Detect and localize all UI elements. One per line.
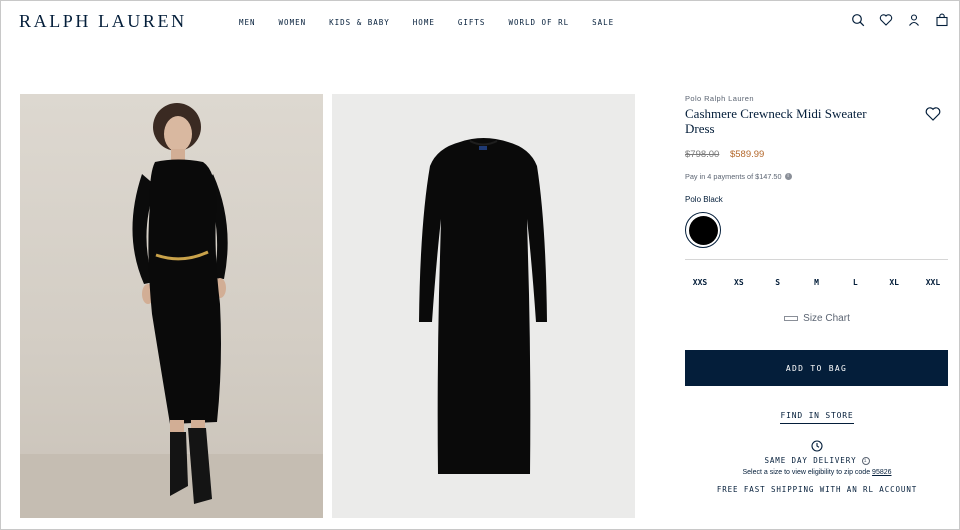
nav-sale[interactable]: SALE: [592, 18, 614, 27]
clock-icon: [811, 440, 823, 452]
site-header: RALPH LAUREN MEN WOMEN KIDS & BABY HOME …: [1, 1, 959, 43]
size-chart-link[interactable]: Size Chart: [685, 313, 949, 324]
size-l[interactable]: L: [840, 278, 870, 287]
price-block: $798.00 $589.99: [685, 149, 949, 160]
nav-men[interactable]: MEN: [239, 18, 256, 27]
model-illustration: [20, 103, 323, 518]
zip-eligibility-text: Select a size to view eligibility to zip…: [742, 469, 871, 476]
ruler-icon: [784, 316, 799, 321]
installment-text: Pay in 4 payments of $147.50: [685, 172, 782, 181]
product-image-flat[interactable]: [332, 94, 635, 518]
same-day-label: SAME DAY DELIVERY: [764, 456, 857, 465]
swatch-fill: [688, 215, 718, 245]
original-price: $798.00: [685, 149, 720, 160]
sale-price: $589.99: [729, 149, 765, 160]
product-image-model[interactable]: [20, 94, 323, 518]
zip-eligibility: Select a size to view eligibility to zip…: [685, 469, 949, 476]
divider: [685, 259, 948, 260]
free-shipping-banner: FREE FAST SHIPPING WITH AN RL ACCOUNT: [716, 485, 918, 494]
color-swatch-polo-black[interactable]: [685, 212, 721, 248]
info-icon[interactable]: i: [861, 456, 870, 465]
product-brand[interactable]: Polo Ralph Lauren: [685, 94, 949, 103]
info-icon[interactable]: i: [784, 173, 792, 180]
find-in-store-link[interactable]: FIND IN STORE: [780, 411, 854, 424]
nav-home[interactable]: HOME: [413, 18, 435, 27]
size-m[interactable]: M: [801, 278, 831, 287]
find-in-store: FIND IN STORE: [685, 405, 949, 424]
nav-gifts[interactable]: GIFTS: [458, 18, 486, 27]
heart-icon[interactable]: [879, 13, 893, 27]
size-xs[interactable]: XS: [724, 278, 754, 287]
payment-installments: Pay in 4 payments of $147.50 i: [685, 172, 949, 181]
selected-color-name: Polo Black: [685, 195, 723, 204]
size-xl[interactable]: XL: [879, 278, 909, 287]
add-to-bag-button[interactable]: ADD TO BAG: [685, 350, 948, 386]
header-icons: [851, 13, 949, 27]
nav-women[interactable]: WOMEN: [279, 18, 307, 27]
search-icon[interactable]: [851, 13, 865, 27]
product-info-panel: Polo Ralph Lauren Cashmere Crewneck Midi…: [685, 94, 949, 494]
same-day-delivery: SAME DAY DELIVERY i: [685, 456, 949, 465]
zip-code-link[interactable]: 95826: [872, 469, 891, 476]
size-xxl[interactable]: XXL: [918, 278, 948, 287]
account-icon[interactable]: [907, 13, 921, 27]
size-s[interactable]: S: [763, 278, 793, 287]
shopping-bag-icon[interactable]: [935, 13, 949, 27]
size-xxs[interactable]: XXS: [685, 278, 715, 287]
nav-kids-baby[interactable]: KIDS & BABY: [329, 18, 390, 27]
size-selector: XXS XS S M L XL XXL: [685, 278, 948, 287]
wishlist-heart-icon[interactable]: [925, 106, 941, 122]
main-nav: MEN WOMEN KIDS & BABY HOME GIFTS WORLD O…: [239, 18, 637, 27]
dress-illustration: [419, 138, 547, 474]
ralph-lauren-logo[interactable]: RALPH LAUREN: [19, 11, 187, 32]
product-title: Cashmere Crewneck Midi Sweater Dress: [685, 106, 867, 136]
nav-world-of-rl[interactable]: WORLD OF RL: [508, 18, 569, 27]
size-chart-label: Size Chart: [803, 313, 850, 324]
